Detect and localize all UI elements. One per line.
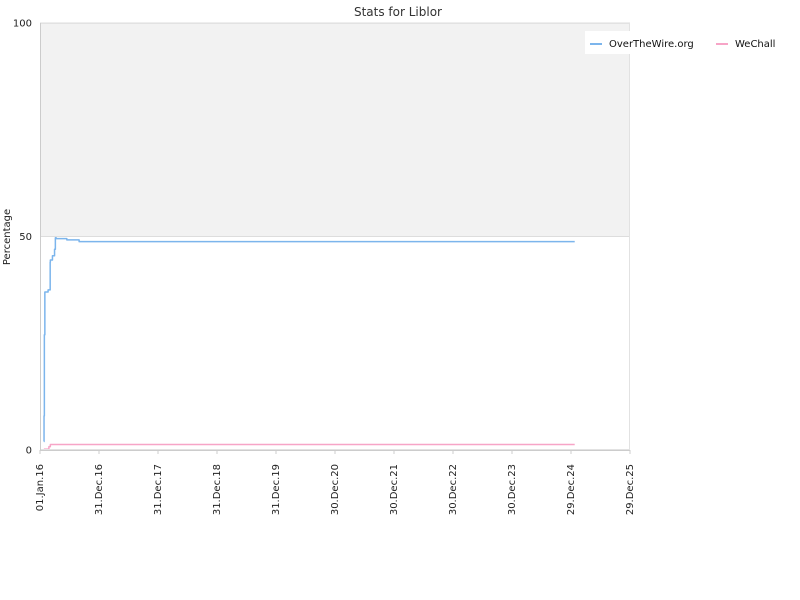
x-tick-label: 31.Dec.16	[94, 464, 105, 515]
x-tick-label: 29.Dec.25	[625, 464, 636, 515]
x-tick-label: 31.Dec.17	[153, 464, 164, 515]
x-tick-label: 30.Dec.21	[389, 464, 400, 515]
y-tick-label: 50	[19, 232, 32, 243]
chart-title: Stats for Liblor	[354, 5, 442, 19]
x-tick-label: 30.Dec.23	[507, 464, 518, 515]
legend-label: WeChall	[735, 39, 775, 50]
stats-chart: Stats for Liblor 0 50 100 01.Jan.16 31.Dec.1…	[2, 5, 795, 515]
x-tick-label: 30.Dec.22	[448, 464, 459, 515]
y-tick-label: 0	[26, 446, 32, 457]
x-tick-label: 30.Dec.20	[330, 464, 341, 515]
y-axis-label: Percentage	[2, 209, 13, 265]
legend: OverTheWire.org WeChall	[585, 31, 795, 54]
x-tick-label: 31.Dec.18	[212, 464, 223, 515]
upper-band	[40, 23, 630, 237]
x-tick-label: 01.Jan.16	[35, 464, 46, 511]
legend-label: OverTheWire.org	[609, 39, 694, 50]
y-tick-label: 100	[13, 19, 32, 30]
x-tick-label: 29.Dec.24	[566, 464, 577, 515]
x-tick-label: 31.Dec.19	[271, 464, 282, 515]
